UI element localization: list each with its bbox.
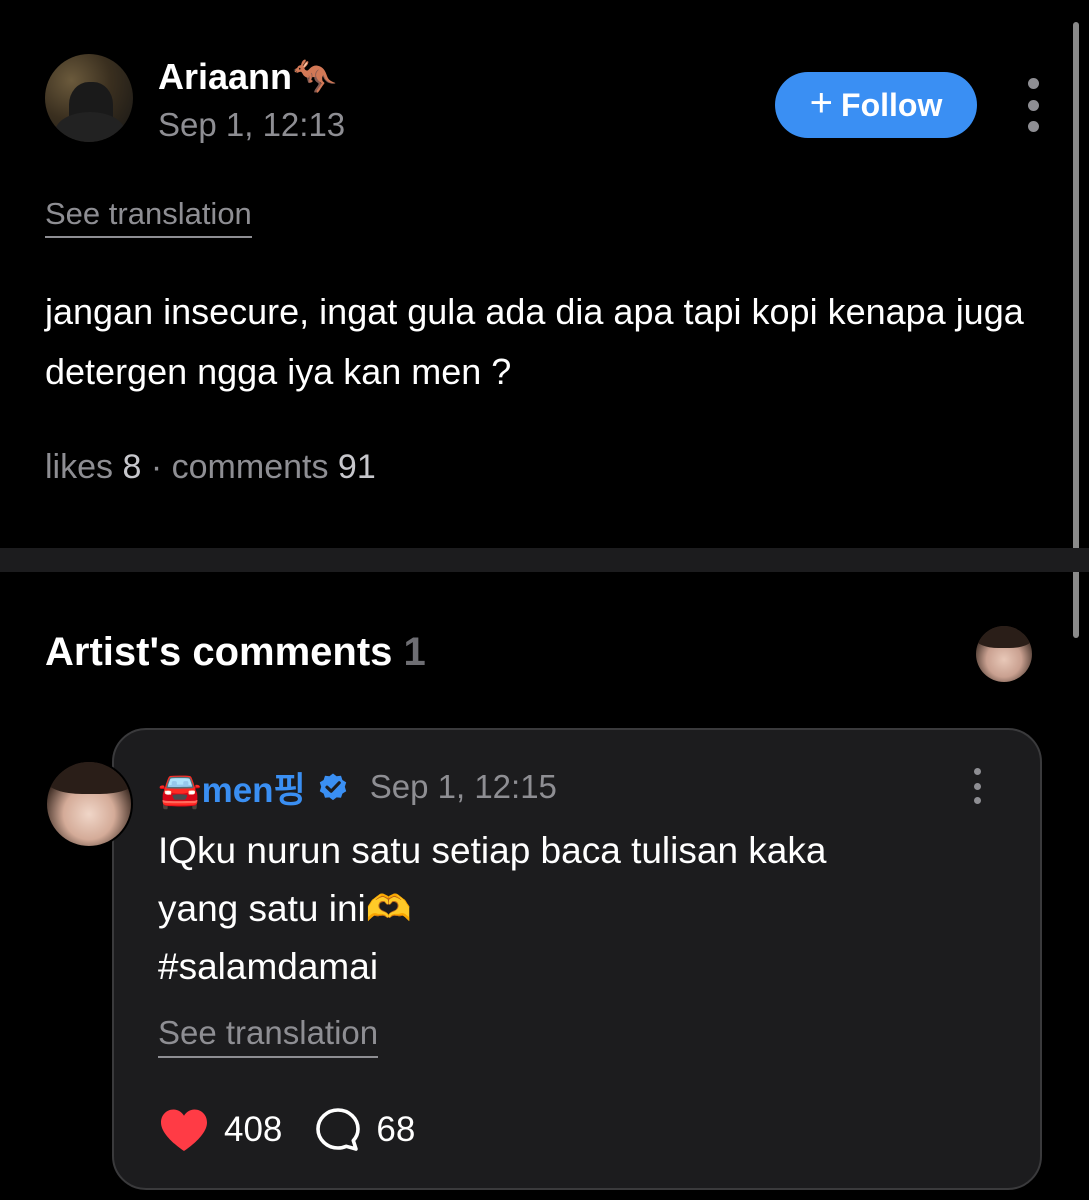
commenter-name[interactable]: 🚘men핑 xyxy=(158,762,306,813)
author-avatar[interactable] xyxy=(45,54,133,142)
stats-separator: · xyxy=(150,448,163,486)
post-stats: likes 8 · comments 91 xyxy=(45,448,376,487)
comments-count[interactable]: 91 xyxy=(338,448,376,486)
likes-label[interactable]: likes xyxy=(45,448,113,486)
see-translation-link[interactable]: See translation xyxy=(45,196,252,238)
comment-more-options-icon[interactable] xyxy=(970,768,984,804)
artist-avatar[interactable] xyxy=(976,626,1032,682)
artist-comments-count: 1 xyxy=(403,630,426,674)
more-options-icon[interactable] xyxy=(1023,78,1043,132)
comment-hashtag[interactable]: #salamdamai xyxy=(158,938,1018,996)
comment-reply-count: 68 xyxy=(376,1110,416,1149)
follow-label: Follow xyxy=(841,86,943,123)
comment-line: yang satu ini🫶 xyxy=(158,888,412,929)
plus-icon: + xyxy=(809,81,834,125)
artist-comments-heading: Artist's comments 1 xyxy=(45,630,426,675)
comment-line: IQku nurun satu setiap baca tulisan kaka xyxy=(158,830,827,871)
post-timestamp: Sep 1, 12:13 xyxy=(158,106,346,143)
commenter-avatar[interactable] xyxy=(45,760,133,848)
comment-timestamp: Sep 1, 12:15 xyxy=(369,768,557,805)
follow-button[interactable]: + Follow xyxy=(775,72,977,138)
comment-see-translation-link[interactable]: See translation xyxy=(158,1014,379,1058)
comment-actions: 408 68 xyxy=(158,1100,415,1160)
heart-icon[interactable] xyxy=(158,1107,210,1153)
comment-like-count: 408 xyxy=(224,1110,283,1149)
post-body: jangan insecure, ingat gula ada dia apa … xyxy=(45,291,1024,392)
verified-badge-icon xyxy=(319,773,346,801)
author-name[interactable]: Ariaann🦘 xyxy=(158,56,337,98)
post-header: Ariaann🦘 Sep 1, 12:13 + Follow xyxy=(45,54,1045,146)
comments-label[interactable]: comments xyxy=(172,448,329,486)
comment-body: IQku nurun satu setiap baca tulisan kaka… xyxy=(158,822,1018,996)
artist-comments-title: Artist's comments xyxy=(45,630,393,674)
section-divider xyxy=(0,548,1089,572)
commenter-row: 🚘men핑 Sep 1, 12:15 xyxy=(158,762,557,812)
likes-count[interactable]: 8 xyxy=(122,448,141,486)
comment-bubble-icon[interactable] xyxy=(314,1106,362,1154)
scrollbar[interactable] xyxy=(1073,22,1079,638)
